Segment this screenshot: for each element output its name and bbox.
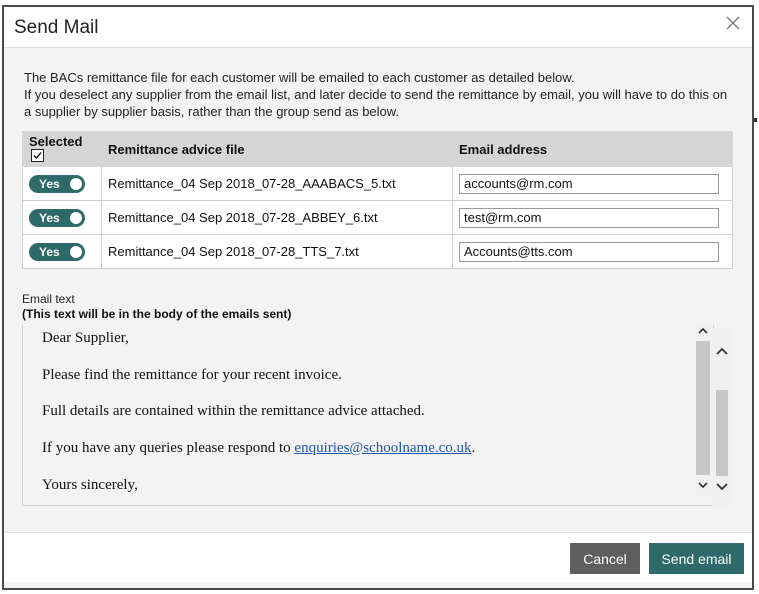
selected-cell: Yes — [22, 200, 102, 235]
remittance-table: Selected Remittance advice file Email ad… — [22, 131, 733, 269]
chevron-up-icon[interactable] — [716, 346, 728, 356]
email-text-note: (This text will be in the body of the em… — [22, 307, 292, 321]
email-field[interactable] — [459, 173, 719, 194]
email-closing: Yours sincerely, — [42, 477, 138, 493]
selected-cell: Yes — [22, 166, 102, 201]
checkmark-icon — [33, 152, 42, 160]
column-header-selected: Selected — [22, 131, 102, 167]
enquiries-email-link[interactable]: enquiries@schoolname.co.uk — [294, 440, 471, 456]
intro-line: If you deselect any supplier from the em… — [24, 87, 728, 102]
toggle-knob — [70, 245, 82, 258]
toggle-knob — [70, 211, 82, 224]
file-cell: Remittance_04 Sep 2018_07-28_AAABACS_5.t… — [101, 166, 453, 201]
editor-outer-scrollbar[interactable] — [712, 328, 732, 506]
cancel-button[interactable]: Cancel — [570, 543, 640, 574]
email-cell — [452, 234, 733, 269]
toggle-label: Yes — [39, 210, 60, 225]
row-toggle[interactable]: Yes — [29, 174, 85, 193]
chevron-down-icon[interactable] — [716, 482, 728, 492]
email-field[interactable] — [459, 207, 719, 228]
file-cell: Remittance_04 Sep 2018_07-28_ABBEY_6.txt — [101, 200, 453, 235]
intro-line: The BACs remittance file for each custom… — [24, 70, 575, 85]
toggle-knob — [70, 177, 82, 190]
email-line: If you have any queries please respond t… — [42, 440, 475, 457]
send-email-button[interactable]: Send email — [649, 543, 744, 574]
row-toggle[interactable]: Yes — [29, 208, 85, 227]
table-row: Yes Remittance_04 Sep 2018_07-28_ABBEY_6… — [22, 200, 733, 235]
selected-cell: Yes — [22, 234, 102, 269]
email-field[interactable] — [459, 241, 719, 262]
dialog-header: Send Mail — [4, 7, 752, 48]
email-text-label: Email text — [22, 292, 75, 306]
edge-artifact — [754, 118, 757, 122]
chevron-down-icon[interactable] — [698, 481, 708, 489]
column-header-selected-label: Selected — [29, 134, 83, 149]
select-all-checkbox[interactable] — [31, 149, 44, 162]
table-header-row: Selected Remittance advice file Email ad… — [22, 131, 733, 167]
row-toggle[interactable]: Yes — [29, 242, 85, 261]
scrollbar-track[interactable] — [696, 341, 710, 475]
editor-inner-scrollbar[interactable] — [695, 325, 711, 495]
email-line-text: If you have any queries please respond t… — [42, 440, 295, 456]
email-cell — [452, 200, 733, 235]
dialog-title: Send Mail — [14, 17, 99, 38]
chevron-up-icon[interactable] — [698, 327, 708, 335]
intro-line: a supplier by supplier basis, rather tha… — [24, 104, 400, 119]
dialog-footer: Cancel Send email — [4, 532, 752, 582]
email-body-editor[interactable]: Dear Supplier, Please find the remittanc… — [22, 325, 714, 506]
column-header-file: Remittance advice file — [101, 131, 453, 167]
table-row: Yes Remittance_04 Sep 2018_07-28_TTS_7.t… — [22, 234, 733, 269]
toggle-label: Yes — [39, 176, 60, 191]
column-header-email: Email address — [452, 131, 733, 167]
close-icon[interactable] — [724, 14, 742, 32]
intro-text: The BACs remittance file for each custom… — [24, 69, 739, 120]
table-row: Yes Remittance_04 Sep 2018_07-28_AAABACS… — [22, 166, 733, 201]
scrollbar-thumb[interactable] — [716, 390, 728, 476]
email-line: Full details are contained within the re… — [42, 403, 425, 419]
toggle-label: Yes — [39, 244, 60, 259]
email-line: Please find the remittance for your rece… — [42, 367, 342, 383]
email-cell — [452, 166, 733, 201]
file-cell: Remittance_04 Sep 2018_07-28_TTS_7.txt — [101, 234, 453, 269]
email-greeting: Dear Supplier, — [42, 330, 129, 346]
email-line-suffix: . — [471, 440, 476, 456]
